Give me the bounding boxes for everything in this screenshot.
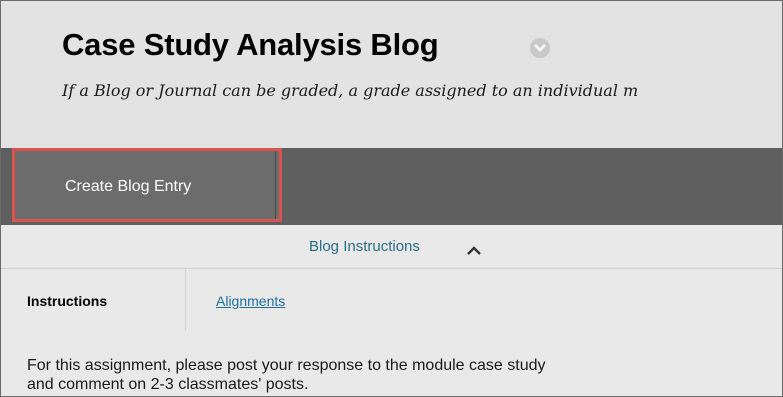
create-blog-entry-label: Create Blog Entry: [65, 178, 192, 195]
instructions-line-2: and comment on 2-3 classmates' posts.: [27, 376, 309, 393]
instructions-content: For this assignment, please post your re…: [1, 331, 782, 396]
blog-page-frame: Case Study Analysis Blog If a Blog or Jo…: [0, 0, 783, 397]
chevron-up-icon[interactable]: [467, 242, 481, 260]
button-divider: [275, 151, 276, 219]
instructions-toggle-bar[interactable]: Blog Instructions: [1, 225, 782, 269]
chevron-down-icon[interactable]: [530, 38, 550, 58]
tab-instructions[interactable]: Instructions: [27, 293, 107, 309]
page-header: Case Study Analysis Blog If a Blog or Jo…: [1, 1, 782, 148]
blog-instructions-toggle[interactable]: Blog Instructions: [309, 238, 420, 255]
instructions-text: For this assignment, please post your re…: [27, 356, 767, 394]
action-bar: Create Blog Entry: [1, 148, 782, 225]
page-title: Case Study Analysis Blog: [62, 27, 439, 62]
tab-alignments[interactable]: Alignments: [216, 293, 285, 309]
page-subtitle: If a Blog or Journal can be graded, a gr…: [62, 81, 639, 100]
create-blog-entry-button[interactable]: Create Blog Entry: [12, 148, 282, 222]
instructions-line-1: For this assignment, please post your re…: [27, 357, 546, 374]
instructions-tabs: Instructions Alignments: [1, 269, 782, 331]
tab-divider: [185, 269, 186, 331]
